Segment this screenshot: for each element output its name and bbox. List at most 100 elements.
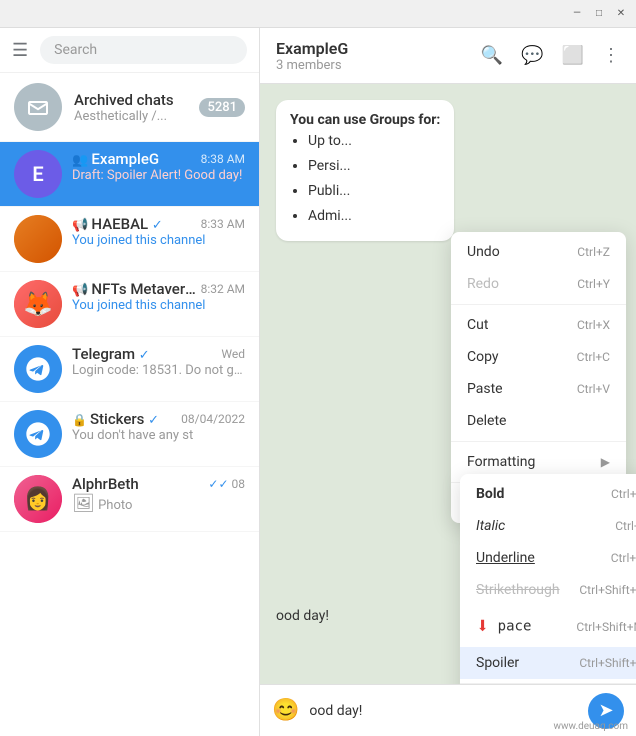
- menu-italic[interactable]: Italic Ctrl+I: [460, 510, 636, 542]
- delete-label: Delete: [467, 413, 506, 429]
- redo-shortcut: Ctrl+Y: [577, 277, 610, 291]
- chat-time-alphrbeth: ✓✓ 08: [208, 477, 245, 491]
- watermark: www.deuaq.com: [554, 721, 629, 732]
- menu-strikethrough[interactable]: Strikethrough Ctrl+Shift+X: [460, 574, 636, 606]
- chat-item-alphrbeth[interactable]: 👩 AlphrBeth ✓✓ 08 🖼 Photo: [0, 467, 259, 532]
- formatting-arrow: ▶: [601, 455, 610, 469]
- redo-label: Redo: [467, 276, 499, 292]
- spoiler-shortcut: Ctrl+Shift+P: [579, 656, 636, 670]
- bold-label: Bold: [476, 486, 504, 502]
- context-menu-formatting: Bold Ctrl+B Italic Ctrl+I Underline Ctrl…: [460, 474, 636, 684]
- chat-preview-exampleg: Draft: Spoiler Alert! Good day!: [72, 168, 245, 183]
- sidebar: ☰ Search Archived chats Aesthetically /.…: [0, 28, 260, 736]
- emoji-button[interactable]: 😊: [272, 698, 299, 723]
- group-icon: 👥: [72, 153, 91, 168]
- archived-avatar: [14, 83, 62, 131]
- menu-sep-1: [451, 304, 626, 305]
- chat-item-stickers[interactable]: 🔒 Stickers ✓ 08/04/2022 You don't have a…: [0, 402, 259, 467]
- avatar-exampleg: E: [14, 150, 62, 198]
- chat-preview-stickers: You don't have any st: [72, 428, 245, 443]
- chat-time-exampleg: 8:38 AM: [201, 152, 245, 166]
- menu-cut[interactable]: Cut Ctrl+X: [451, 309, 626, 341]
- minimize-button[interactable]: —: [570, 7, 584, 21]
- channel-icon-nfts: 📢: [72, 283, 91, 298]
- chat-top: AlphrBeth ✓✓ 08: [72, 475, 245, 493]
- chat-body-haebal: 📢 HAEBAL ✓ 8:33 AM You joined this chann…: [72, 215, 245, 248]
- chat-top: 👥 ExampleG 8:38 AM: [72, 150, 245, 168]
- search-icon[interactable]: 🔍: [481, 45, 503, 66]
- menu-sep-2: [451, 441, 626, 442]
- chat-item-nfts[interactable]: 🦊 📢 NFTs Metaverse... 8:32 AM You joined…: [0, 272, 259, 337]
- chat-name-alphrbeth: AlphrBeth: [72, 475, 139, 493]
- chat-body-nfts: 📢 NFTs Metaverse... 8:32 AM You joined t…: [72, 280, 245, 313]
- archived-badge: 5281: [199, 98, 245, 117]
- channel-icon-haebal: 📢: [72, 218, 91, 233]
- verified-icon-stickers: ✓: [148, 413, 159, 428]
- avatar-nfts: 🦊: [14, 280, 62, 328]
- menu-underline[interactable]: Underline Ctrl+U: [460, 542, 636, 574]
- chat-top: 📢 HAEBAL ✓ 8:33 AM: [72, 215, 245, 233]
- chat-time-haebal: 8:33 AM: [201, 217, 245, 231]
- verified-icon-telegram: ✓: [139, 348, 150, 363]
- message-bubble: You can use Groups for: Up to... Persi..…: [276, 100, 454, 241]
- menu-copy[interactable]: Copy Ctrl+C: [451, 341, 626, 373]
- app-container: ☰ Search Archived chats Aesthetically /.…: [0, 28, 636, 736]
- menu-monospace[interactable]: ⬇ pace Ctrl+Shift+M: [460, 606, 636, 647]
- paste-shortcut: Ctrl+V: [577, 382, 610, 396]
- chat-name-haebal: 📢 HAEBAL ✓: [72, 215, 163, 233]
- bold-shortcut: Ctrl+B: [611, 487, 636, 501]
- chat-name-telegram: Telegram ✓: [72, 345, 150, 363]
- chat-time-stickers: 08/04/2022: [181, 412, 245, 426]
- menu-undo[interactable]: Undo Ctrl+Z: [451, 236, 626, 268]
- message-input[interactable]: ood day!: [309, 703, 578, 719]
- paste-label: Paste: [467, 381, 503, 397]
- formatting-sep-1: [460, 683, 636, 684]
- avatar-haebal: [14, 215, 62, 263]
- archived-info: Archived chats Aesthetically /...: [74, 91, 187, 124]
- close-button[interactable]: ✕: [614, 7, 628, 21]
- chat-preview-alphrbeth: 🖼 Photo: [72, 493, 245, 514]
- chat-preview-nfts: You joined this channel: [72, 298, 245, 313]
- chat-name-exampleg: 👥 ExampleG: [72, 150, 159, 168]
- chat-time-nfts: 8:32 AM: [201, 282, 245, 296]
- chat-panel: ExampleG 3 members 🔍 💬 ⬜ ⋮ You can use G…: [260, 28, 636, 736]
- undo-shortcut: Ctrl+Z: [577, 245, 610, 259]
- chat-background: You can use Groups for: Up to... Persi..…: [260, 84, 636, 684]
- chat-item-haebal[interactable]: 📢 HAEBAL ✓ 8:33 AM You joined this chann…: [0, 207, 259, 272]
- chat-title: ExampleG: [276, 39, 348, 58]
- menu-delete[interactable]: Delete: [451, 405, 626, 437]
- window-chrome: — □ ✕: [0, 0, 636, 28]
- chat-preview-telegram: Login code: 18531. Do not giv...: [72, 363, 245, 378]
- verified-icon-haebal: ✓: [152, 218, 163, 233]
- chat-body-telegram: Telegram ✓ Wed Login code: 18531. Do not…: [72, 345, 245, 378]
- discussion-icon[interactable]: 💬: [521, 45, 543, 66]
- hamburger-icon[interactable]: ☰: [12, 40, 28, 61]
- menu-spoiler[interactable]: Spoiler Ctrl+Shift+P: [460, 647, 636, 679]
- strikethrough-shortcut: Ctrl+Shift+X: [579, 583, 636, 597]
- archived-chats-row[interactable]: Archived chats Aesthetically /... 5281: [0, 73, 259, 142]
- chat-name-nfts: 📢 NFTs Metaverse...: [72, 280, 201, 298]
- undo-label: Undo: [467, 244, 500, 260]
- menu-bold[interactable]: Bold Ctrl+B: [460, 478, 636, 510]
- copy-label: Copy: [467, 349, 499, 365]
- chat-top: 📢 NFTs Metaverse... 8:32 AM: [72, 280, 245, 298]
- download-arrow-icon: ⬇: [476, 614, 489, 639]
- menu-paste[interactable]: Paste Ctrl+V: [451, 373, 626, 405]
- send-icon: ➤: [598, 700, 613, 721]
- monospace-shortcut: Ctrl+Shift+M: [576, 620, 636, 634]
- search-input[interactable]: Search: [40, 36, 247, 64]
- layout-icon[interactable]: ⬜: [562, 45, 584, 66]
- cut-label: Cut: [467, 317, 488, 333]
- chat-top: 🔒 Stickers ✓ 08/04/2022: [72, 410, 245, 428]
- lock-icon-stickers: 🔒: [72, 413, 90, 427]
- avatar-telegram: [14, 345, 62, 393]
- chat-item-exampleg[interactable]: E 👥 ExampleG 8:38 AM Draft: Spoiler Aler…: [0, 142, 259, 207]
- avatar-stickers: [14, 410, 62, 458]
- maximize-button[interactable]: □: [592, 7, 606, 21]
- more-icon[interactable]: ⋮: [602, 45, 620, 66]
- archived-subtitle: Aesthetically /...: [74, 109, 187, 124]
- chat-item-telegram[interactable]: Telegram ✓ Wed Login code: 18531. Do not…: [0, 337, 259, 402]
- topbar-icons: 🔍 💬 ⬜ ⋮: [481, 45, 620, 66]
- chat-top: Telegram ✓ Wed: [72, 345, 245, 363]
- chat-topbar-info: ExampleG 3 members: [276, 39, 348, 73]
